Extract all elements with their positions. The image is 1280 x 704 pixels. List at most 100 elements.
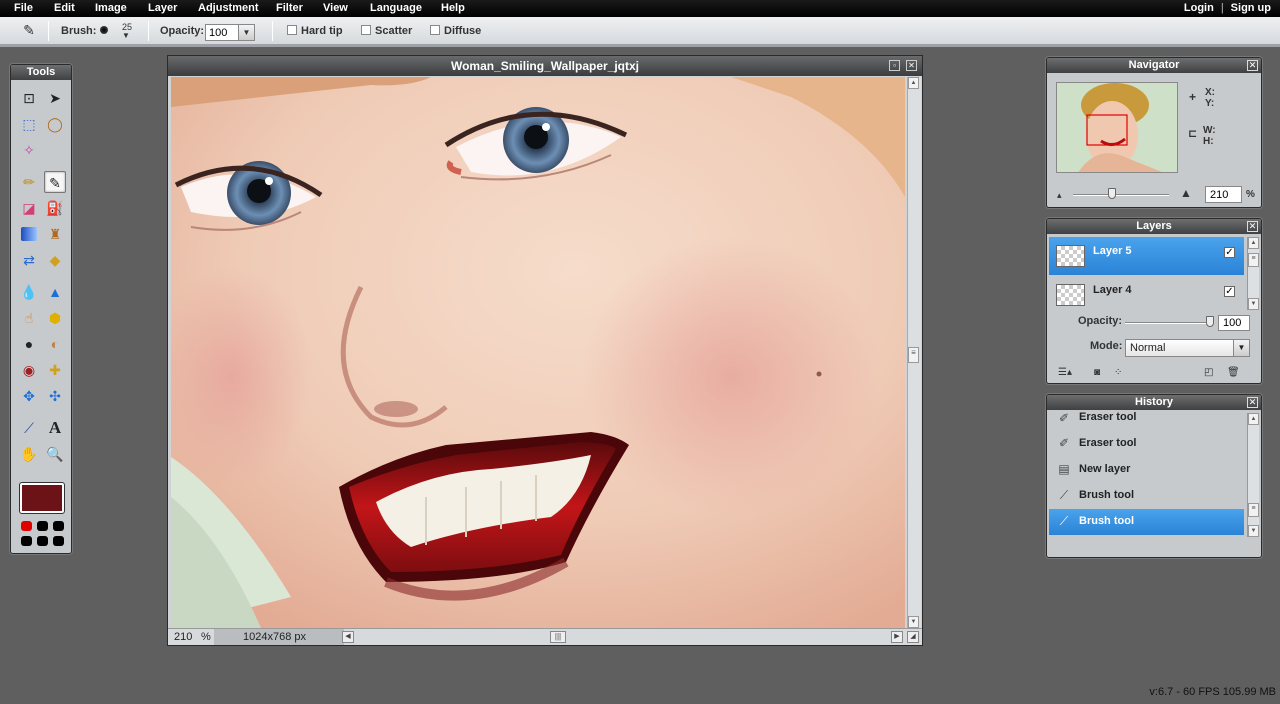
move-tool-icon[interactable]: ➤ — [44, 87, 66, 109]
scroll-down-icon[interactable]: ▼ — [1248, 525, 1259, 537]
layer-styles-icon[interactable]: ⁘ — [1114, 367, 1122, 378]
close-icon[interactable]: ✕ — [1247, 397, 1258, 408]
scroll-up-icon[interactable]: ▲ — [1248, 413, 1259, 425]
history-scrollbar[interactable]: ▲ ≡ ▼ — [1247, 413, 1259, 537]
blend-mode-select[interactable]: Normal ▼ — [1125, 339, 1250, 357]
navigator-thumbnail[interactable] — [1056, 82, 1178, 173]
brush-preview-icon[interactable] — [100, 26, 108, 34]
history-item[interactable]: ⟋ Brush tool — [1049, 483, 1244, 509]
scroll-up-icon[interactable]: ▲ — [908, 77, 919, 89]
close-icon[interactable]: ✕ — [1247, 221, 1258, 232]
brush-tool-icon[interactable]: ✎ — [44, 171, 66, 193]
red-eye-tool-icon[interactable]: ◉ — [18, 359, 40, 381]
canvas-vertical-scrollbar[interactable]: ▲ ≡ ▼ — [907, 77, 921, 628]
scroll-down-icon[interactable]: ▼ — [908, 616, 919, 628]
image-canvas[interactable] — [171, 77, 905, 628]
zoom-slider-thumb[interactable] — [1108, 188, 1116, 199]
navigator-zoom-input[interactable] — [1205, 186, 1242, 203]
zoom-value[interactable]: 210 — [174, 631, 192, 643]
eraser-tool-icon[interactable]: ◪ — [18, 197, 40, 219]
color-picker-tool-icon[interactable]: ⟋ — [18, 417, 40, 439]
menu-help[interactable]: Help — [441, 2, 465, 14]
menu-adjustment[interactable]: Adjustment — [198, 2, 259, 14]
hard-tip-checkbox[interactable] — [287, 25, 297, 35]
history-item-selected[interactable]: ⟋ Brush tool — [1049, 509, 1244, 535]
smudge-tool-icon[interactable]: ☝ — [18, 307, 40, 329]
layer-opacity-slider-thumb[interactable] — [1206, 316, 1214, 327]
scroll-thumb[interactable]: ≡ — [1248, 253, 1259, 267]
layer-visibility-checkbox[interactable]: ✓ — [1224, 286, 1235, 297]
hard-tip-option[interactable]: Hard tip — [287, 25, 343, 37]
diffuse-checkbox[interactable] — [430, 25, 440, 35]
pencil-tool-icon[interactable]: ✏ — [18, 171, 40, 193]
scroll-up-icon[interactable]: ▲ — [1248, 237, 1259, 249]
burn-tool-icon[interactable]: ● — [18, 333, 40, 355]
menu-edit[interactable]: Edit — [54, 2, 75, 14]
color-swatch[interactable] — [21, 536, 32, 546]
zoom-out-icon[interactable]: ▴ — [1057, 190, 1062, 201]
color-swatch[interactable] — [21, 521, 32, 531]
signup-link[interactable]: Sign up — [1231, 2, 1271, 14]
layers-scrollbar[interactable]: ▲ ≡ ▼ — [1247, 237, 1259, 310]
marquee-tool-icon[interactable]: ⬚ — [18, 113, 40, 135]
layer-opacity-slider-track[interactable] — [1125, 322, 1213, 324]
login-link[interactable]: Login — [1184, 2, 1214, 14]
menu-view[interactable]: View — [323, 2, 348, 14]
scroll-down-icon[interactable]: ▼ — [1248, 298, 1259, 310]
menu-layer[interactable]: Layer — [148, 2, 177, 14]
history-item[interactable]: ✐ Eraser tool — [1049, 409, 1244, 429]
close-icon[interactable]: ✕ — [906, 60, 917, 71]
lasso-tool-icon[interactable]: ◯ — [44, 113, 66, 135]
zoom-slider-track[interactable] — [1073, 194, 1169, 196]
menu-language[interactable]: Language — [370, 2, 422, 14]
scatter-option[interactable]: Scatter — [361, 25, 412, 37]
type-tool-icon[interactable]: A — [44, 417, 66, 439]
maximize-icon[interactable]: ▫ — [889, 60, 900, 71]
delete-layer-icon[interactable]: 🗑 — [1227, 367, 1240, 378]
spot-heal-tool-icon[interactable]: ✚ — [44, 359, 66, 381]
pinch-tool-icon[interactable]: ✣ — [44, 385, 66, 407]
color-swatch[interactable] — [53, 536, 64, 546]
brush-size-dropdown-icon[interactable]: ▼ — [122, 31, 130, 40]
history-item[interactable]: ▤ New layer — [1049, 457, 1244, 483]
magic-wand-tool-icon[interactable]: ✧ — [18, 139, 40, 161]
sponge-tool-icon[interactable]: ⬢ — [44, 307, 66, 329]
crop-tool-icon[interactable]: ⊡ — [18, 87, 40, 109]
sharpen-tool-icon[interactable]: ▲ — [44, 281, 66, 303]
close-icon[interactable]: ✕ — [1247, 60, 1258, 71]
layer-visibility-checkbox[interactable]: ✓ — [1224, 247, 1235, 258]
dodge-tool-icon[interactable]: ◐ — [44, 333, 66, 355]
scroll-thumb[interactable]: ≡ — [908, 347, 919, 363]
clone-stamp-tool-icon[interactable]: ♜ — [44, 223, 66, 245]
paint-bucket-tool-icon[interactable]: ⛽ — [44, 197, 66, 219]
zoom-in-icon[interactable]: ▲ — [1180, 187, 1192, 199]
history-item[interactable]: ✐ Eraser tool — [1049, 431, 1244, 457]
primary-color-swatch[interactable] — [19, 482, 65, 514]
gradient-tool-icon[interactable] — [21, 227, 37, 241]
new-layer-icon[interactable]: ◰ — [1204, 367, 1213, 378]
color-replace-tool-icon[interactable]: ⇄ — [18, 249, 40, 271]
current-tool-brush-icon[interactable]: ✎ — [18, 22, 40, 42]
chevron-down-icon[interactable]: ▼ — [1233, 340, 1249, 356]
scroll-right-icon[interactable]: ▶ — [891, 631, 903, 643]
scroll-thumb[interactable]: ≡ — [1248, 503, 1259, 517]
opacity-dropdown-icon[interactable]: ▼ — [238, 25, 254, 40]
bloat-tool-icon[interactable]: ✥ — [18, 385, 40, 407]
resize-corner-icon[interactable]: ◢ — [907, 631, 919, 643]
diffuse-option[interactable]: Diffuse — [430, 25, 481, 37]
menu-file[interactable]: File — [14, 2, 33, 14]
layer-opacity-input[interactable] — [1218, 315, 1250, 331]
menu-image[interactable]: Image — [95, 2, 127, 14]
scatter-checkbox[interactable] — [361, 25, 371, 35]
horizontal-scroll-thumb[interactable]: ||| — [550, 631, 566, 643]
color-swatch[interactable] — [37, 536, 48, 546]
layer-settings-icon[interactable]: ☰▴ — [1058, 367, 1072, 378]
layer-row-5[interactable]: Layer 5 ✓ — [1049, 237, 1244, 275]
scroll-left-icon[interactable]: ◀ — [342, 631, 354, 643]
blur-tool-icon[interactable]: 💧 — [18, 281, 40, 303]
menu-filter[interactable]: Filter — [276, 2, 303, 14]
zoom-tool-icon[interactable]: 🔍 — [44, 443, 66, 465]
layer-row-4[interactable]: Layer 4 ✓ — [1049, 276, 1244, 314]
color-swatch[interactable] — [53, 521, 64, 531]
layer-mask-icon[interactable]: ◙ — [1094, 367, 1100, 378]
